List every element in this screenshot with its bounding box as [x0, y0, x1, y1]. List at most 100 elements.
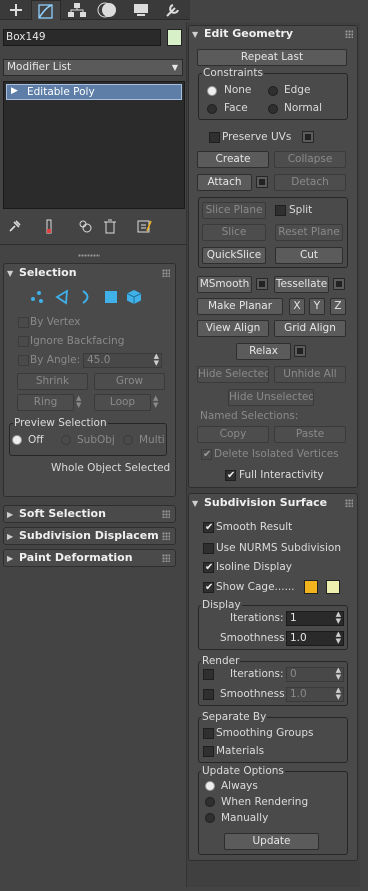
update-always-radio[interactable]: [205, 781, 215, 791]
preview-selection-title: Preview Selection: [13, 417, 108, 429]
split-checkbox[interactable]: [275, 205, 286, 216]
preserve-uvs-checkbox[interactable]: [209, 132, 220, 143]
configure-sets-icon[interactable]: [137, 219, 152, 234]
detach-button[interactable]: Detach: [274, 174, 346, 191]
update-button[interactable]: Update: [224, 833, 319, 850]
constraint-none-radio[interactable]: [207, 86, 217, 96]
motion-icon: [97, 2, 116, 18]
show-end-result-icon[interactable]: [44, 219, 54, 234]
constraint-face-radio[interactable]: [207, 104, 217, 114]
planar-z-button[interactable]: Z: [330, 298, 346, 315]
attach-settings-icon[interactable]: [256, 176, 268, 188]
utilities-tab[interactable]: [158, 0, 186, 20]
planar-x-button[interactable]: X: [289, 298, 305, 315]
cage-color-swatch-1[interactable]: [304, 580, 318, 594]
grid-align-button[interactable]: Grid Align: [274, 320, 346, 337]
motion-tab[interactable]: [94, 0, 124, 20]
msmooth-button[interactable]: MSmooth: [197, 276, 252, 293]
view-align-button[interactable]: View Align: [197, 320, 269, 337]
preserve-uvs-settings-icon[interactable]: [302, 131, 314, 143]
collapse-button[interactable]: Collapse: [274, 151, 346, 168]
tessellate-button[interactable]: Tessellate: [274, 276, 329, 293]
attach-button[interactable]: Attach: [197, 174, 252, 191]
by-vertex-checkbox[interactable]: [18, 317, 29, 328]
make-unique-icon[interactable]: [78, 219, 92, 234]
reset-plane-button[interactable]: Reset Plane: [275, 224, 343, 241]
render-smoothness-checkbox[interactable]: [203, 689, 214, 700]
expand-triangle-icon: ▶: [7, 532, 14, 541]
spinner-arrows-icon[interactable]: ▲ ▼: [336, 631, 341, 645]
smoothing-groups-checkbox[interactable]: [203, 728, 214, 739]
stack-item-editable-poly[interactable]: ▶ Editable Poly: [6, 84, 182, 100]
create-button[interactable]: Create: [197, 151, 269, 168]
shrink-button[interactable]: Shrink: [17, 373, 88, 390]
edit-geometry-header[interactable]: ▼ Edit Geometry: [192, 27, 293, 43]
element-mode-icon[interactable]: [126, 289, 142, 305]
paste-button[interactable]: Paste: [274, 426, 346, 443]
render-iterations-checkbox[interactable]: [203, 669, 214, 680]
relax-button[interactable]: Relax: [236, 343, 291, 360]
expand-triangle-icon[interactable]: ▶: [11, 86, 18, 96]
border-mode-icon[interactable]: [78, 289, 94, 305]
cut-button[interactable]: Cut: [275, 247, 343, 264]
object-color-swatch[interactable]: [167, 29, 182, 46]
render-iterations-spinner[interactable]: 0 ▲ ▼: [286, 667, 344, 682]
preview-multi-radio[interactable]: [123, 435, 133, 445]
angle-spinner[interactable]: 45.0 ▲ ▼: [83, 353, 162, 368]
soft-selection-header[interactable]: ▶ Soft Selection: [7, 507, 106, 523]
update-manually-radio[interactable]: [205, 813, 215, 823]
ignore-backfacing-checkbox[interactable]: [18, 336, 29, 347]
by-angle-checkbox[interactable]: [18, 355, 29, 366]
spinner-arrows-icon[interactable]: ▲ ▼: [336, 611, 341, 625]
subdivision-displacement-header[interactable]: ▶ Subdivision Displacement: [7, 529, 159, 545]
remove-modifier-icon[interactable]: [103, 219, 117, 234]
cage-color-swatch-2[interactable]: [326, 580, 340, 594]
slice-button[interactable]: Slice: [202, 224, 266, 241]
materials-checkbox[interactable]: [203, 746, 214, 757]
update-when-rendering-radio[interactable]: [205, 797, 215, 807]
constraint-edge-radio[interactable]: [268, 86, 278, 96]
ring-button[interactable]: Ring: [17, 394, 74, 411]
display-iterations-spinner[interactable]: 1 ▲ ▼: [286, 611, 344, 626]
modify-tab[interactable]: [31, 0, 61, 20]
render-smoothness-spinner[interactable]: 1.0 ▲ ▼: [286, 687, 344, 702]
spinner-arrows-icon[interactable]: ▲ ▼: [336, 667, 341, 681]
slice-plane-button[interactable]: Slice Plane: [202, 202, 266, 219]
subdivision-surface-header[interactable]: ▼ Subdivision Surface: [192, 496, 327, 512]
paint-deformation-header[interactable]: ▶ Paint Deformation: [7, 551, 133, 567]
vertex-mode-icon[interactable]: [29, 289, 45, 305]
polygon-mode-icon[interactable]: [103, 289, 119, 305]
use-nurms-checkbox[interactable]: [203, 543, 214, 554]
preview-subobj-radio[interactable]: [61, 435, 71, 445]
msmooth-settings-icon[interactable]: [256, 278, 268, 290]
planar-y-button[interactable]: Y: [309, 298, 325, 315]
spinner-arrows-icon[interactable]: ▲ ▼: [336, 687, 341, 701]
named-selections-label: Named Selections:: [200, 410, 299, 422]
spinner-arrows-icon[interactable]: ▲ ▼: [154, 353, 159, 367]
display-smoothness-spinner[interactable]: 1.0 ▲ ▼: [286, 631, 344, 646]
hide-unselected-button[interactable]: Hide Unselected: [228, 389, 314, 406]
grow-button[interactable]: Grow: [94, 373, 165, 390]
hide-selected-button[interactable]: Hide Selected: [197, 366, 269, 383]
make-planar-button[interactable]: Make Planar: [197, 298, 283, 315]
ring-spinner-arrows-icon[interactable]: ▲ ▼: [76, 395, 81, 409]
relax-settings-icon[interactable]: [294, 345, 306, 357]
edge-mode-icon[interactable]: [54, 289, 70, 305]
loop-spinner-arrows-icon[interactable]: ▲ ▼: [153, 395, 158, 409]
loop-button[interactable]: Loop: [94, 394, 151, 411]
create-tab[interactable]: [2, 0, 30, 20]
constraint-normal-radio[interactable]: [268, 104, 278, 114]
pin-stack-icon[interactable]: [8, 219, 22, 233]
modifier-list-dropdown[interactable]: Modifier List ▼: [3, 59, 183, 76]
unhide-all-button[interactable]: Unhide All: [274, 366, 346, 383]
panel-resize-grip[interactable]: [78, 254, 100, 257]
tessellate-settings-icon[interactable]: [333, 278, 345, 290]
repeat-last-button[interactable]: Repeat Last: [197, 49, 347, 66]
copy-button[interactable]: Copy: [197, 426, 269, 443]
quickslice-button[interactable]: QuickSlice: [202, 247, 266, 264]
hierarchy-tab[interactable]: [63, 0, 91, 20]
selection-rollout-header[interactable]: ▼ Selection: [7, 266, 77, 282]
preview-off-radio[interactable]: [12, 435, 22, 445]
display-tab[interactable]: [127, 0, 155, 20]
object-name-field[interactable]: Box149: [3, 29, 161, 46]
